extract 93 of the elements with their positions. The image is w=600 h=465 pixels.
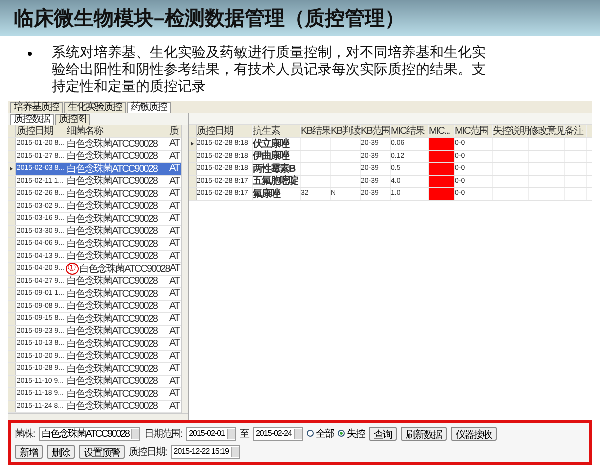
table-cell-text: AT: [169, 200, 181, 212]
action-button[interactable]: 删除: [47, 444, 75, 458]
table-cell-text: AT: [169, 213, 181, 224]
column-header[interactable]: MIC...: [429, 125, 455, 137]
table-cell-text: AT: [169, 138, 181, 150]
table-cell-text: 白色念珠菌ATCC90028: [67, 224, 158, 238]
strain-dropdown[interactable]: 白色念珠菌ATCC90028: [38, 426, 140, 440]
table-cell: AT: [170, 263, 181, 274]
table-cell-text: 白色念珠菌ATCC90028: [80, 262, 170, 276]
column-header[interactable]: KB范围: [361, 125, 391, 137]
table-cell-text: 白色念珠菌ATCC90028: [67, 374, 158, 388]
field-label: 至: [240, 428, 249, 440]
bullet-text: 系统对培养基、生化实验及药敏进行质量控制，对不同培养基和生化实验给出阳性和阴性参考结果，有技术人员记录每次实际质控的结果。支持定性和定量的质控记录: [52, 44, 487, 95]
table-cell-text: 白色念珠菌ATCC90028: [67, 362, 158, 376]
table-cell: 五氟胞嘧啶: [253, 176, 301, 187]
tab[interactable]: 生化实验质控: [64, 102, 126, 113]
table-cell-text: 白色念珠菌ATCC90028: [67, 288, 158, 300]
column-header[interactable]: MIC结果: [391, 125, 429, 137]
table-cell-text: 白色念珠菌ATCC90028: [67, 400, 158, 414]
table-cell-text: AT: [169, 250, 181, 262]
table-cell-text: AT: [169, 238, 181, 250]
table-cell-text: AT: [169, 326, 181, 337]
table-cell: 两性霉素B: [253, 163, 301, 174]
table-cell-text: AT: [169, 338, 181, 350]
action-button[interactable]: 查询: [368, 426, 397, 440]
table-cell-text: 白色念珠菌ATCC90028: [67, 138, 158, 150]
table-cell-text: 白色念珠菌ATCC90028: [67, 312, 158, 326]
column-header[interactable]: KB结果: [301, 125, 331, 137]
column-header[interactable]: MIC范围: [455, 125, 493, 137]
radio-icon[interactable]: [306, 430, 314, 437]
table-cell-text: 白色念珠菌ATCC90028: [67, 238, 158, 250]
row-pointer-icon: [191, 142, 194, 146]
table-cell-text: AT: [169, 163, 181, 174]
table-cell-text: 白色念珠菌ATCC90028: [67, 174, 158, 188]
slide-title: 临床微生物模块–检测数据管理（质控管理）: [14, 6, 406, 32]
table-cell-text: 白色念珠菌ATCC90028: [67, 188, 158, 200]
action-button[interactable]: 设置预警: [79, 444, 125, 458]
field-label: 菌株:: [15, 428, 35, 440]
table-cell-text: 白色念珠菌ATCC90028: [67, 324, 158, 338]
date-from-picker[interactable]: 2015-02-01: [186, 426, 236, 440]
table-cell-text: AT: [169, 350, 181, 362]
scrollbar[interactable]: [181, 125, 188, 413]
column-header[interactable]: 质控日期: [16, 124, 68, 138]
bullet-icon: [28, 52, 32, 56]
table-cell-text: AT: [169, 313, 181, 324]
table-cell-text: 白色念珠菌ATCC90028: [67, 162, 158, 176]
table-cell-text: 白色念珠菌ATCC90028: [67, 274, 158, 288]
field-label: 质控日期:: [129, 446, 167, 458]
date-to-picker[interactable]: 2015-02-24: [252, 426, 303, 440]
tab[interactable]: 培养基质控: [10, 102, 63, 113]
action-button[interactable]: 仪器接收: [450, 426, 497, 440]
table-cell-text: 白色念珠菌ATCC90028: [67, 350, 158, 364]
table-cell-text: AT: [169, 400, 181, 412]
column-header[interactable]: 失控说明: [493, 125, 529, 137]
row-pointer-icon: [10, 166, 13, 171]
table-cell-text: AT: [169, 150, 181, 162]
qc-date-picker[interactable]: 2015-12-22 15:19: [170, 444, 240, 458]
column-header[interactable]: 备注: [565, 125, 587, 137]
table-cell: 伊曲康唑: [253, 150, 301, 162]
radio-option[interactable]: 失控: [338, 426, 365, 440]
radio-icon[interactable]: [338, 430, 345, 437]
table-cell-text: AT: [169, 363, 181, 374]
action-button[interactable]: 新增: [15, 444, 43, 458]
table-cell-text: AT: [169, 226, 181, 237]
column-header[interactable]: 细菌名称: [67, 124, 170, 138]
column-header[interactable]: 质: [169, 124, 182, 138]
tab[interactable]: 药敏质控: [127, 102, 171, 113]
radio-option[interactable]: 全部: [306, 426, 334, 440]
table-cell-text: AT: [169, 288, 181, 300]
column-header[interactable]: KB判读: [331, 125, 361, 137]
field-label: 日期范围:: [144, 428, 182, 440]
table-cell-text: 白色念珠菌ATCC90028: [67, 250, 158, 264]
table-cell-text: 白色念珠菌ATCC90028: [67, 338, 158, 350]
scrollbar[interactable]: [8, 413, 188, 420]
table-cell-text: AT: [169, 188, 181, 200]
table-cell-text: 白色念珠菌ATCC90028: [67, 212, 158, 226]
table-cell-text: 白色念珠菌ATCC90028: [67, 200, 158, 214]
column-header[interactable]: 质控日期: [197, 125, 253, 137]
table-cell-text: AT: [169, 376, 181, 387]
table-cell-text: AT: [169, 300, 181, 312]
table-cell: 伏立康唑: [253, 138, 301, 150]
table-cell-text: 白色念珠菌ATCC90028: [67, 150, 158, 164]
table-cell-text: AT: [169, 276, 181, 287]
column-header[interactable]: 抗生素: [253, 125, 301, 137]
table-cell-text: 白色念珠菌ATCC90028: [67, 388, 158, 400]
tab[interactable]: 质控数据: [10, 114, 54, 125]
table-cell: 氟康唑: [253, 188, 301, 200]
action-button[interactable]: 刷新数据: [400, 426, 447, 440]
table-cell-text: AT: [169, 388, 181, 400]
column-header[interactable]: 修改意见: [529, 125, 565, 137]
table-cell-text: 白色念珠菌ATCC90028: [67, 300, 158, 314]
tab[interactable]: 质控图: [55, 114, 90, 125]
table-cell-text: AT: [169, 176, 181, 187]
